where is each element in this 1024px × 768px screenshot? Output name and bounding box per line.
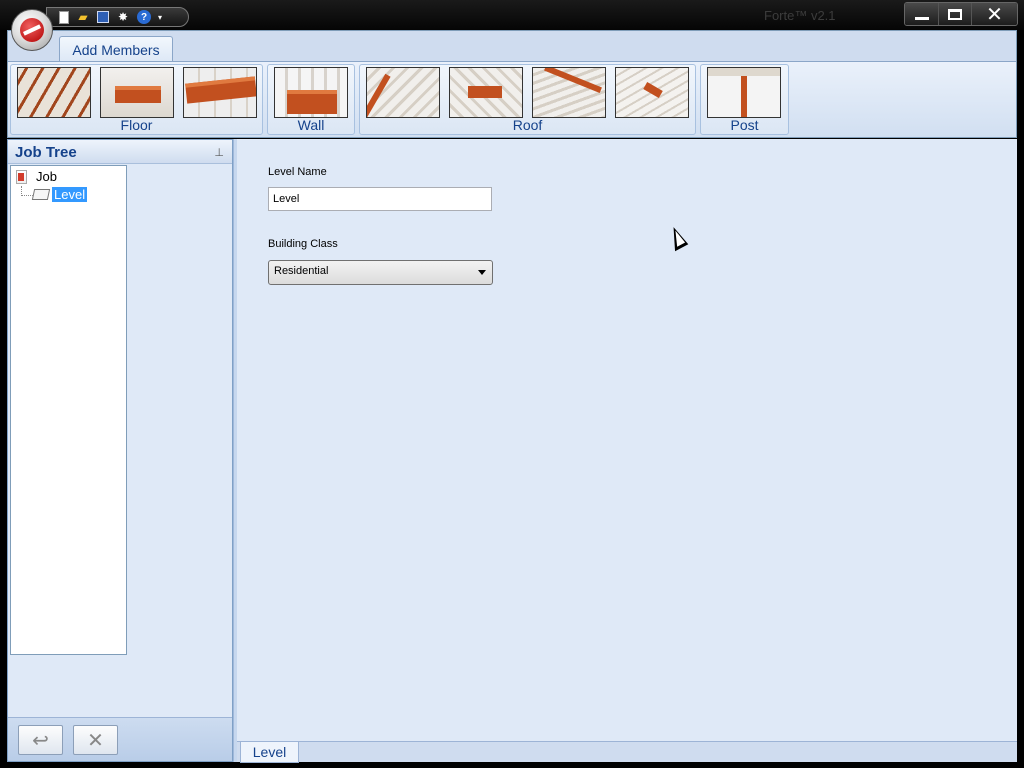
job-icon — [16, 169, 27, 184]
minimize-button[interactable] — [905, 3, 938, 25]
group-label-post: Post — [730, 117, 759, 133]
roof-dropped-beam-icon — [616, 68, 688, 117]
window-title: Forte™ v2.1 — [764, 8, 836, 23]
client-area: Job Tree ⊥ Job Level ↩ ✕ Level Name Buil… — [7, 139, 1017, 763]
title-bar: ▰ ✸ ? ▾ Forte™ v2.1 ✕ — [0, 0, 1024, 30]
close-icon: ✕ — [986, 3, 1003, 26]
app-logo-icon — [20, 18, 44, 42]
quick-access-toolbar: ▰ ✸ ? ▾ — [46, 7, 189, 27]
roof-rafters-button[interactable] — [366, 67, 440, 118]
roof-dropped-beam-button[interactable] — [615, 67, 689, 118]
group-label-wall: Wall — [297, 117, 325, 133]
settings-gear-icon[interactable]: ✸ — [114, 9, 132, 25]
roof-rafters-icon — [367, 68, 439, 117]
roof-ridge-beam-icon — [450, 68, 522, 117]
group-label-roof: Roof — [512, 117, 543, 133]
rename-button[interactable]: ↩ — [18, 725, 63, 755]
post-button[interactable] — [707, 67, 781, 118]
help-icon[interactable]: ? — [137, 10, 151, 24]
job-tree-header: Job Tree ⊥ — [8, 140, 232, 164]
floor-joists-button[interactable] — [17, 67, 91, 118]
dropdown-arrow-icon[interactable]: ▾ — [156, 9, 164, 25]
building-class-value: Residential — [274, 265, 329, 277]
floor-beam-icon — [101, 68, 173, 117]
ribbon-group-wall: Wall — [267, 64, 355, 135]
ribbon-body: Floor Wall Roof Post — [8, 61, 1016, 137]
window-controls: ✕ — [904, 2, 1018, 26]
floor-joists-icon — [18, 68, 90, 117]
save-icon[interactable] — [97, 11, 109, 23]
ribbon-group-roof: Roof — [359, 64, 696, 135]
rename-icon: ↩ — [32, 729, 49, 752]
mouse-cursor-icon — [664, 224, 689, 252]
pin-icon[interactable]: ⊥ — [214, 146, 224, 159]
new-document-icon[interactable] — [59, 10, 69, 24]
floor-flush-beam-button[interactable] — [183, 67, 257, 118]
job-tree-footer: ↩ ✕ — [8, 717, 232, 761]
delete-button[interactable]: ✕ — [73, 725, 118, 755]
floor-flush-beam-icon — [184, 68, 256, 117]
minimize-icon — [914, 16, 929, 20]
close-button[interactable]: ✕ — [971, 3, 1017, 25]
roof-hip-valley-icon — [533, 68, 605, 117]
tree-node-label: Job — [36, 169, 57, 184]
chevron-down-icon — [478, 270, 486, 275]
level-form: Level Name Building Class Residential — [237, 139, 1017, 741]
ribbon: Add Members Floor Wall Roof Post — [7, 30, 1017, 138]
floor-beam-button[interactable] — [100, 67, 174, 118]
ribbon-group-post: Post — [700, 64, 789, 135]
tree-connector-line — [21, 186, 33, 196]
document-tab-strip: Level — [237, 741, 1017, 763]
level-name-input[interactable] — [268, 187, 492, 211]
tree-node-level[interactable]: Level — [31, 187, 88, 202]
level-name-label: Level Name — [268, 166, 327, 178]
post-icon — [708, 68, 780, 117]
ribbon-group-floor: Floor — [10, 64, 263, 135]
maximize-button[interactable] — [938, 3, 971, 25]
wall-header-button[interactable] — [274, 67, 348, 118]
tree-node-label-selected: Level — [52, 187, 88, 202]
application-menu-button[interactable] — [11, 9, 53, 51]
wall-header-icon — [275, 68, 347, 117]
job-tree: Job Level — [10, 165, 127, 655]
maximize-icon — [948, 8, 962, 20]
building-class-label: Building Class — [268, 238, 338, 250]
tab-add-members[interactable]: Add Members — [59, 36, 173, 62]
tree-node-job[interactable]: Job — [16, 169, 57, 184]
delete-icon: ✕ — [87, 729, 104, 752]
open-folder-icon[interactable]: ▰ — [74, 9, 92, 25]
level-icon — [31, 189, 51, 200]
tab-level[interactable]: Level — [240, 742, 299, 763]
job-tree-panel: Job Tree ⊥ Job Level ↩ ✕ — [7, 139, 233, 762]
group-label-floor: Floor — [120, 117, 153, 133]
building-class-select[interactable]: Residential — [268, 260, 493, 285]
job-tree-title: Job Tree — [15, 144, 77, 161]
roof-ridge-beam-button[interactable] — [449, 67, 523, 118]
roof-hip-valley-button[interactable] — [532, 67, 606, 118]
